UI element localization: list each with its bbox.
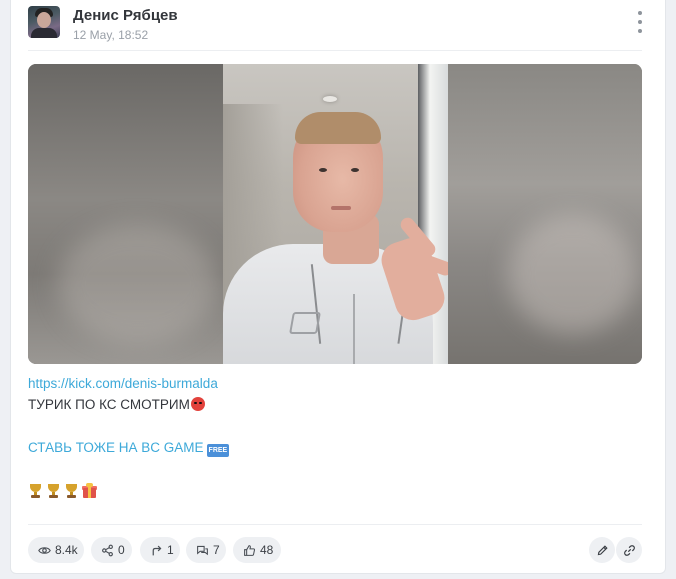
stream-link[interactable]: https://kick.com/denis-burmalda <box>28 376 218 391</box>
post-image[interactable] <box>28 64 642 364</box>
thumbs-up-icon <box>244 544 256 556</box>
trophy-emoji-icon <box>46 483 61 499</box>
repost-arrow-icon <box>152 545 162 555</box>
views-counter[interactable]: 8.4k <box>28 537 84 563</box>
footer-divider <box>28 524 642 525</box>
edit-button[interactable] <box>589 537 615 563</box>
post-text-link-line: https://kick.com/denis-burmalda <box>28 375 648 393</box>
reposts-count: 1 <box>167 543 174 557</box>
trophy-emoji-icon <box>64 483 79 499</box>
comments-count: 7 <box>213 543 220 557</box>
eye-icon <box>38 546 51 554</box>
image-blur-backdrop-left <box>28 64 224 364</box>
comments-button[interactable]: 7 <box>186 537 226 563</box>
post-date: 12 May, 18:52 <box>73 28 149 42</box>
like-button[interactable]: 48 <box>233 537 281 563</box>
share-icon <box>102 544 113 556</box>
header-divider <box>28 50 642 51</box>
selfie-photo <box>223 64 448 364</box>
share-button[interactable]: 0 <box>91 537 132 563</box>
post-text-line-2: СТАВЬ ТОЖЕ НА BC GAME FREE <box>28 439 648 457</box>
post-emoji-line <box>28 483 97 501</box>
image-blur-backdrop-right <box>448 64 642 364</box>
trophy-emoji-icon <box>28 483 43 499</box>
likes-count: 48 <box>260 543 274 557</box>
avatar[interactable] <box>28 6 60 38</box>
repost-button[interactable]: 1 <box>140 537 180 563</box>
author-name[interactable]: Денис Рябцев <box>73 7 178 24</box>
post-line-1: ТУРИК ПО КС СМОТРИМ <box>28 397 190 412</box>
bc-game-text: СТАВЬ ТОЖЕ НА BC GAME <box>28 440 204 455</box>
gift-emoji-icon <box>82 483 97 499</box>
post-actions: 8.4k 0 1 7 48 <box>28 537 642 563</box>
post-text-line-1: ТУРИК ПО КС СМОТРИМ <box>28 396 648 414</box>
copy-link-button[interactable] <box>616 537 642 563</box>
shares-count: 0 <box>118 543 125 557</box>
angry-face-emoji-icon <box>190 397 205 411</box>
post-card: Денис Рябцев 12 May, 18:52 https://kick.… <box>10 0 666 574</box>
views-count: 8.4k <box>55 543 78 557</box>
free-emoji-icon: FREE <box>206 444 230 457</box>
more-vertical-icon[interactable] <box>632 11 648 33</box>
link-icon <box>623 544 635 556</box>
pencil-icon <box>597 544 608 555</box>
comments-icon <box>197 545 208 555</box>
post-header: Денис Рябцев 12 May, 18:52 <box>28 6 650 48</box>
